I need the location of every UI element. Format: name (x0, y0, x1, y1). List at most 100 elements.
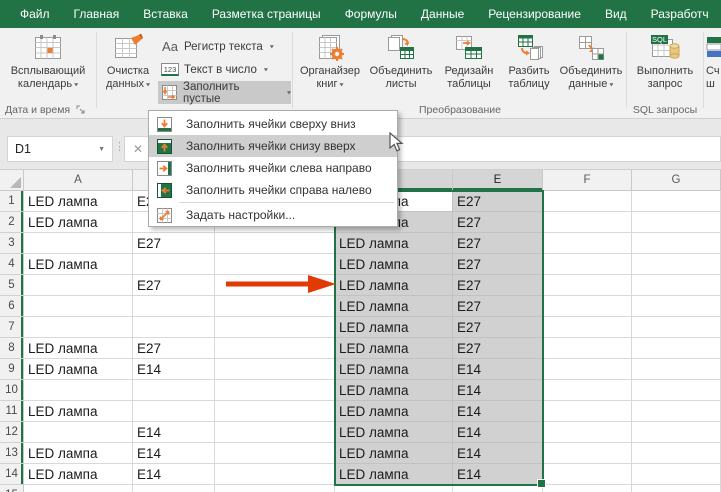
text-to-number-button[interactable]: 123 Текст в число ▾ (158, 58, 291, 81)
cell-G9[interactable] (632, 359, 721, 380)
tab-9[interactable]: Разработч (651, 7, 709, 21)
cell-B5[interactable]: E27 (133, 275, 215, 296)
tab-7[interactable]: Рецензирование (488, 7, 581, 21)
cell-E10[interactable]: E14 (453, 380, 543, 401)
row-header-12[interactable]: 12 (0, 422, 24, 443)
cell-D15[interactable] (335, 485, 453, 492)
cell-B6[interactable] (133, 296, 215, 317)
cell-D6[interactable]: LED лампа (335, 296, 453, 317)
cell-F2[interactable] (543, 212, 632, 233)
cell-A11[interactable]: LED лампа (24, 401, 133, 422)
cell-E14[interactable]: E14 (453, 464, 543, 485)
cell-G11[interactable] (632, 401, 721, 422)
cell-G7[interactable] (632, 317, 721, 338)
cell-F3[interactable] (543, 233, 632, 254)
cell-C9[interactable] (215, 359, 335, 380)
cell-B12[interactable]: E14 (133, 422, 215, 443)
cell-C6[interactable] (215, 296, 335, 317)
cell-D5[interactable]: LED лампа (335, 275, 453, 296)
merge-sheets-button[interactable]: Объединить листы (366, 31, 436, 103)
column-header-F[interactable]: F (543, 170, 632, 191)
merge-data-button[interactable]: Объединить данные▾ (557, 31, 625, 103)
cell-D13[interactable]: LED лампа (335, 443, 453, 464)
cell-A1[interactable]: LED лампа (24, 191, 133, 212)
row-header-2[interactable]: 2 (0, 212, 24, 233)
cell-B8[interactable]: E27 (133, 338, 215, 359)
cell-A7[interactable] (24, 317, 133, 338)
cell-A8[interactable]: LED лампа (24, 338, 133, 359)
cell-B14[interactable]: E14 (133, 464, 215, 485)
tab-5[interactable]: Формулы (345, 7, 397, 21)
cell-G1[interactable] (632, 191, 721, 212)
tab-3[interactable]: Вставка (143, 7, 188, 21)
cell-F8[interactable] (543, 338, 632, 359)
column-header-G[interactable]: G (632, 170, 721, 191)
cell-B13[interactable]: E14 (133, 443, 215, 464)
cell-F7[interactable] (543, 317, 632, 338)
cell-B15[interactable] (133, 485, 215, 492)
row-header-15[interactable]: 15 (0, 485, 24, 492)
cell-F12[interactable] (543, 422, 632, 443)
cell-F15[interactable] (543, 485, 632, 492)
cell-F11[interactable] (543, 401, 632, 422)
cell-A15[interactable] (24, 485, 133, 492)
cell-G4[interactable] (632, 254, 721, 275)
cell-G15[interactable] (632, 485, 721, 492)
row-header-8[interactable]: 8 (0, 338, 24, 359)
text-case-button[interactable]: Aa Регистр текста ▾ (158, 35, 291, 58)
cell-C5[interactable] (215, 275, 335, 296)
cell-A5[interactable] (24, 275, 133, 296)
cell-E11[interactable]: E14 (453, 401, 543, 422)
cell-A2[interactable]: LED лампа (24, 212, 133, 233)
cell-C4[interactable] (215, 254, 335, 275)
clean-data-button[interactable]: Очистка данных▾ (99, 31, 157, 103)
run-query-button[interactable]: SQL Выполнить запрос (629, 31, 701, 103)
cell-C11[interactable] (215, 401, 335, 422)
cell-C15[interactable] (215, 485, 335, 492)
menu-item-2[interactable]: Заполнить ячейки снизу вверх (149, 135, 397, 157)
cell-G12[interactable] (632, 422, 721, 443)
row-header-7[interactable]: 7 (0, 317, 24, 338)
cancel-icon[interactable]: ✕ (133, 142, 143, 156)
tab-6[interactable]: Данные (421, 7, 464, 21)
cell-C14[interactable] (215, 464, 335, 485)
cell-F5[interactable] (543, 275, 632, 296)
cell-D3[interactable]: LED лампа (335, 233, 453, 254)
cell-C7[interactable] (215, 317, 335, 338)
cell-E6[interactable]: E27 (453, 296, 543, 317)
cell-G8[interactable] (632, 338, 721, 359)
cell-E9[interactable]: E14 (453, 359, 543, 380)
tab-1[interactable]: Файл (20, 7, 50, 21)
cell-C8[interactable] (215, 338, 335, 359)
cell-F1[interactable] (543, 191, 632, 212)
cell-B9[interactable]: E14 (133, 359, 215, 380)
popup-calendar-button[interactable]: Всплывающий календарь▾ (2, 31, 94, 103)
cell-E3[interactable]: E27 (453, 233, 543, 254)
cell-B7[interactable] (133, 317, 215, 338)
cell-D4[interactable]: LED лампа (335, 254, 453, 275)
cell-E12[interactable]: E14 (453, 422, 543, 443)
cell-D9[interactable]: LED лампа (335, 359, 453, 380)
cell-A10[interactable] (24, 380, 133, 401)
cell-E2[interactable]: E27 (453, 212, 543, 233)
cell-A12[interactable] (24, 422, 133, 443)
fill-blanks-button[interactable]: Заполнить пустые ▾ (158, 81, 291, 104)
cell-E13[interactable]: E14 (453, 443, 543, 464)
name-box-caret-icon[interactable]: ▼ (98, 146, 105, 153)
menu-item-5[interactable]: Задать настройки... (149, 204, 397, 226)
cell-B4[interactable] (133, 254, 215, 275)
cell-E5[interactable]: E27 (453, 275, 543, 296)
cell-F14[interactable] (543, 464, 632, 485)
cell-E7[interactable]: E27 (453, 317, 543, 338)
cell-B3[interactable]: E27 (133, 233, 215, 254)
cell-B10[interactable] (133, 380, 215, 401)
cell-D10[interactable]: LED лампа (335, 380, 453, 401)
cell-G5[interactable] (632, 275, 721, 296)
cell-C12[interactable] (215, 422, 335, 443)
clipped-ribbon-button[interactable]: Сч ш (706, 31, 721, 103)
cell-B11[interactable] (133, 401, 215, 422)
workbook-organizer-button[interactable]: Органайзер книг▾ (295, 31, 365, 103)
row-header-3[interactable]: 3 (0, 233, 24, 254)
cell-D8[interactable]: LED лампа (335, 338, 453, 359)
cell-A13[interactable]: LED лампа (24, 443, 133, 464)
